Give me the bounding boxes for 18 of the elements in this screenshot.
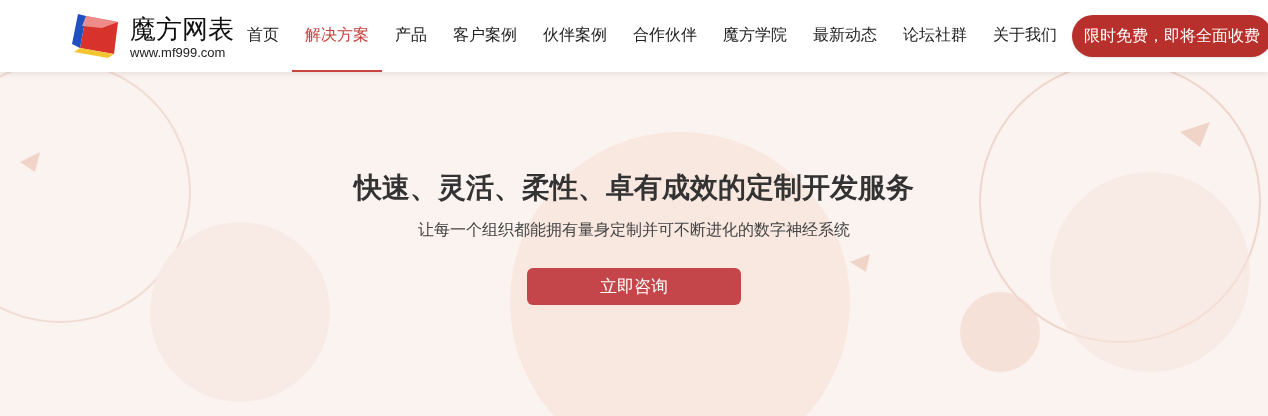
hero-title: 快速、灵活、柔性、卓有成效的定制开发服务 [354, 171, 914, 205]
decorative-triangle [20, 152, 40, 172]
consult-button[interactable]: 立即咨询 [527, 268, 741, 305]
brand-name: 魔方网表 [130, 13, 234, 44]
nav-link[interactable]: 魔方学院 [710, 0, 800, 72]
decorative-triangle [1180, 122, 1210, 147]
hero-subtitle: 让每一个组织都能拥有量身定制并可不断进化的数字神经系统 [418, 220, 850, 240]
nav-link[interactable]: 伙伴案例 [530, 0, 620, 72]
nav-link[interactable]: 客户案例 [440, 0, 530, 72]
decorative-triangle [850, 254, 870, 272]
nav-link[interactable]: 最新动态 [800, 0, 890, 72]
nav-link[interactable]: 产品 [382, 0, 440, 72]
brand-url: www.mf999.com [130, 45, 227, 59]
nav-link[interactable]: 首页 [234, 0, 292, 72]
nav-link[interactable]: 合作伙伴 [620, 0, 710, 72]
nav-link[interactable]: 论坛社群 [890, 0, 980, 72]
promo-button[interactable]: 限时免费，即将全面收费 [1072, 15, 1268, 57]
nav-link[interactable]: 关于我们 [980, 0, 1070, 72]
